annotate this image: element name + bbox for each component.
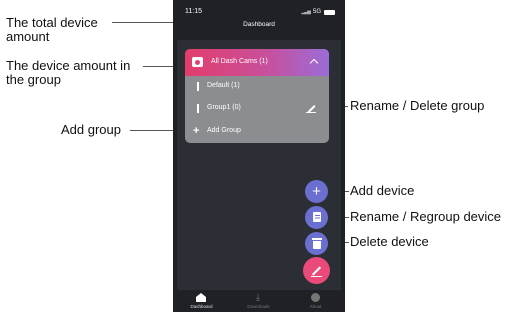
group-header-label: All Dash Cams (1) bbox=[211, 58, 268, 65]
trash-lid-icon bbox=[312, 238, 322, 240]
callout-rename-regroup-device: Rename / Regroup device bbox=[350, 210, 501, 224]
plus-icon: + bbox=[312, 183, 321, 200]
edit-document-icon bbox=[313, 212, 321, 222]
download-icon: ⤓ bbox=[256, 292, 260, 302]
status-bar: 11:15 ▂▃▅ 5G bbox=[173, 4, 345, 18]
page-title: Dashboard bbox=[243, 21, 275, 28]
camera-icon bbox=[192, 57, 203, 67]
callout-add-group-text: Add group bbox=[61, 122, 121, 137]
callout-delete-device: Delete device bbox=[350, 235, 429, 249]
pencil-base bbox=[311, 276, 322, 278]
callout-total-device: The total device amount bbox=[6, 16, 98, 44]
bottom-tab-bar: Dashboard ⤓ Downloads About bbox=[173, 290, 345, 312]
add-group-button[interactable]: + Add Group bbox=[185, 121, 329, 141]
callout-total-line2: amount bbox=[6, 29, 50, 44]
rename-regroup-device-button[interactable] bbox=[305, 206, 328, 229]
status-indicators: ▂▃▅ 5G bbox=[301, 9, 335, 15]
group-panel: All Dash Cams (1) Default (1) Group1 (0)… bbox=[185, 49, 329, 143]
callout-add-group: Add group bbox=[61, 123, 121, 137]
callout-add-device-text: Add device bbox=[350, 183, 415, 198]
callout-delete-device-text: Delete device bbox=[350, 234, 429, 249]
delete-device-button[interactable] bbox=[305, 232, 328, 255]
add-device-button[interactable]: + bbox=[305, 180, 328, 203]
group-marker-icon bbox=[197, 82, 199, 91]
group-item-default[interactable]: Default (1) bbox=[185, 76, 329, 98]
tab-downloads-label: Downloads bbox=[247, 304, 270, 309]
signal-icon: ▂▃▅ bbox=[301, 9, 310, 15]
info-icon bbox=[311, 293, 320, 302]
callout-rename-regroup-device-text: Rename / Regroup device bbox=[350, 209, 502, 224]
battery-icon bbox=[324, 9, 335, 15]
tab-dashboard[interactable]: Dashboard bbox=[173, 290, 230, 312]
network-label: 5G bbox=[312, 9, 321, 15]
phone-screen: 11:15 ▂▃▅ 5G Dashboard All Dash Cams (1)… bbox=[173, 0, 345, 312]
tab-downloads[interactable]: ⤓ Downloads bbox=[230, 290, 287, 312]
callout-add-device: Add device bbox=[350, 184, 414, 198]
callout-rename-delete-group-text: Rename / Delete group bbox=[350, 98, 485, 113]
status-time: 11:15 bbox=[185, 8, 202, 15]
trash-icon bbox=[313, 240, 321, 249]
pencil-icon bbox=[311, 266, 322, 276]
add-group-label: Add Group bbox=[207, 127, 241, 134]
callout-rename-delete-group: Rename / Delete group bbox=[350, 99, 484, 113]
pencil-base bbox=[306, 112, 316, 114]
tab-dashboard-label: Dashboard bbox=[190, 304, 213, 309]
group-header-all[interactable]: All Dash Cams (1) bbox=[185, 49, 329, 76]
plus-icon: + bbox=[193, 125, 200, 137]
callout-group-amount: The device amount in the group bbox=[6, 59, 130, 87]
edit-group-icon[interactable] bbox=[306, 102, 318, 114]
callout-group-line2: the group bbox=[6, 72, 61, 87]
tab-about-label: About bbox=[309, 304, 322, 309]
group-marker-icon bbox=[197, 104, 199, 113]
edit-mode-button[interactable] bbox=[303, 257, 330, 284]
callout-total-line1: The total device bbox=[6, 15, 98, 30]
tab-about[interactable]: About bbox=[287, 290, 344, 312]
group-item-group1[interactable]: Group1 (0) bbox=[185, 98, 329, 120]
group-item-label: Group1 (0) bbox=[207, 104, 241, 111]
home-icon bbox=[196, 293, 206, 302]
callout-group-line1: The device amount in bbox=[6, 58, 131, 73]
chevron-up-icon[interactable] bbox=[309, 58, 319, 68]
group-item-label: Default (1) bbox=[207, 82, 240, 89]
